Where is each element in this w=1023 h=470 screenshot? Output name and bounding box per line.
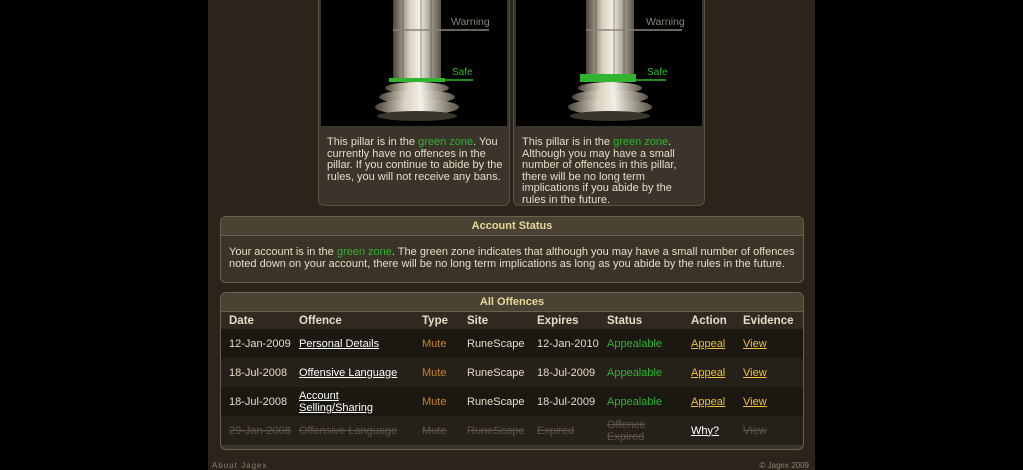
offence-status: Appealable [599,387,683,416]
column-header-status: Status [599,312,683,329]
offence-site: RuneScape [459,416,529,445]
account-status-text: Your account is in the green zone. The g… [229,246,795,270]
offence-type: Mute [414,358,459,387]
offence-expires: 12-Jan-2010 [529,329,599,358]
safe-label: Safe [452,67,473,78]
offence-site: RuneScape [459,329,529,358]
table-row: 12-Jan-2009 Personal Details Mute RuneSc… [221,329,803,358]
offence-expires: 18-Jul-2009 [529,387,599,416]
offences-panel: All Offences Date Offence Type Site Expi… [220,292,804,450]
offence-status: Appealable [599,358,683,387]
offence-date: 18-Jul-2008 [221,358,291,387]
pillar-description-2: This pillar is in the green zone. Althou… [522,136,677,206]
appeal-link[interactable]: Appeal [691,338,725,350]
table-header-row: Date Offence Type Site Expires Status Ac… [221,312,803,329]
offence-site: RuneScape [459,358,529,387]
pillar-graphic-1: Warning Safe [321,0,507,126]
offence-date: 29-Jan-2008 [221,416,291,445]
offences-table: Date Offence Type Site Expires Status Ac… [221,312,803,445]
zone-label: green zone [336,246,392,258]
offence-status: Appealable [599,329,683,358]
column-header-evidence: Evidence [735,312,803,329]
offence-expires: Expired [529,416,599,445]
why-link[interactable]: Why? [691,425,719,437]
view-evidence-link[interactable]: View [743,367,767,379]
offence-date: 12-Jan-2009 [221,329,291,358]
offence-expires: 18-Jul-2009 [529,358,599,387]
view-evidence-disabled: View [735,416,803,445]
offence-link[interactable]: Account Selling/Sharing [299,390,373,414]
table-row: 18-Jul-2008 Offensive Language Mute Rune… [221,358,803,387]
pillar-panel-1: Warning Safe This pillar is in the green… [318,0,510,206]
appeal-link[interactable]: Appeal [691,396,725,408]
pillar-description-1: This pillar is in the green zone. You cu… [327,136,503,183]
offence-link[interactable]: Offensive Language [299,367,397,379]
appeal-link[interactable]: Appeal [691,367,725,379]
column-header-offence: Offence [291,312,414,329]
offence-name: Offensive Language [291,416,414,445]
view-evidence-link[interactable]: View [743,396,767,408]
column-header-action: Action [683,312,735,329]
zone-label: green zone [613,136,669,148]
column-header-date: Date [221,312,291,329]
offence-type: Mute [414,416,459,445]
offence-status: Offence Expired [599,416,683,445]
table-row: 18-Jul-2008 Account Selling/Sharing Mute… [221,387,803,416]
main-content: Warning Safe This pillar is in the green… [208,0,815,470]
warning-label: Warning [451,16,490,28]
column-header-expires: Expires [529,312,599,329]
offence-site: RuneScape [459,387,529,416]
about-jagex-link[interactable]: About Jagex [212,462,267,470]
zone-label: green zone [418,136,474,148]
footer: About Jagex © Jagex 2009 [208,462,815,470]
pillar-panel-2: Warning Safe This pillar is in the green… [513,0,705,206]
offence-link[interactable]: Personal Details [299,338,379,350]
table-row-expired: 29-Jan-2008 Offensive Language Mute Rune… [221,416,803,445]
view-evidence-link[interactable]: View [743,338,767,350]
safe-label: Safe [647,67,668,78]
column-header-type: Type [414,312,459,329]
column-header-site: Site [459,312,529,329]
account-status-panel: Account Status Your account is in the gr… [220,216,804,283]
pillar-graphic-2: Warning Safe [516,0,702,126]
copyright-text: © Jagex 2009 [759,461,809,470]
warning-label: Warning [646,16,685,28]
panel-title: Account Status [221,217,803,236]
panel-title: All Offences [221,293,803,312]
offence-type: Mute [414,387,459,416]
offence-date: 18-Jul-2008 [221,387,291,416]
offence-type: Mute [414,329,459,358]
